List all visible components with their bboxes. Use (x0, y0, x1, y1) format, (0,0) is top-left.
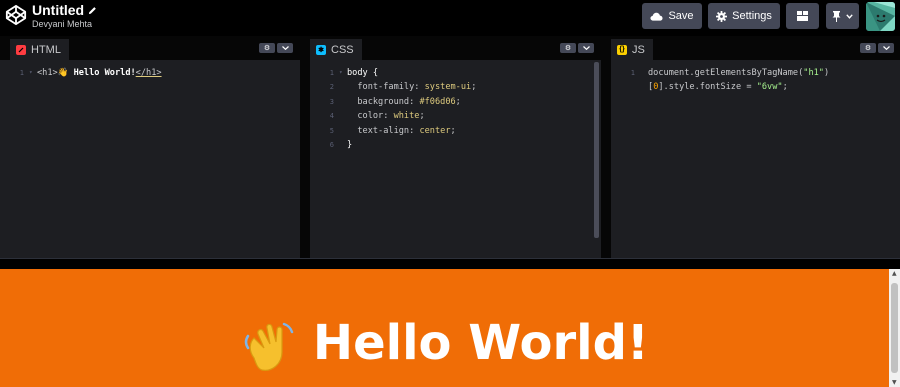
pin-icon (832, 10, 841, 22)
author-name[interactable]: Devyani Mehta (32, 19, 97, 29)
code-line: 1 document. getElementsByTagName("h1") (611, 66, 900, 80)
css-file-icon: ✱ (316, 44, 326, 55)
code-line: 4 color: white; (310, 109, 601, 123)
line-number: 4 (329, 112, 334, 121)
fold-arrow-icon[interactable]: ▾ (29, 66, 37, 80)
settings-button-label: Settings (732, 10, 772, 22)
css-code-editor[interactable]: 1 ▾ body { 2 font-family: system-ui; 3 b… (310, 66, 601, 152)
scroll-down-arrow-icon[interactable]: ▼ (892, 379, 897, 386)
html-file-icon (16, 44, 26, 55)
js-collapse-chevron-icon[interactable] (878, 43, 894, 53)
editors-area: HTML ⚙ 1 ▾ <h1> 👋 Hello World! </h1> ✱ CSS (0, 36, 900, 258)
css-settings-gear-icon[interactable]: ⚙ (560, 43, 576, 53)
preview-heading-text: Hello World! (312, 315, 649, 371)
line-number: 3 (329, 97, 334, 106)
js-code-editor[interactable]: 1 document. getElementsByTagName("h1") [0… (611, 66, 900, 95)
user-avatar[interactable] (866, 2, 895, 31)
code-line: 3 background: #f06d06; (310, 95, 601, 109)
html-editor-panel: HTML ⚙ 1 ▾ <h1> 👋 Hello World! </h1> (0, 36, 300, 258)
pen-title[interactable]: Untitled (32, 2, 84, 18)
cloud-icon (650, 12, 663, 21)
pin-menu-button[interactable] (826, 3, 859, 29)
html-settings-gear-icon[interactable]: ⚙ (259, 43, 275, 53)
preview-scrollbar[interactable]: ▲ ▼ (889, 269, 900, 387)
line-number: 1 (630, 69, 635, 77)
settings-button[interactable]: Settings (708, 3, 780, 29)
js-tab-label: JS (632, 43, 645, 56)
js-editor-panel: {} JS ⚙ 1 document. getElementsByTagName(… (611, 36, 900, 258)
js-panel-header: {} JS ⚙ (611, 36, 900, 60)
code-line: 2 font-family: system-ui; (310, 80, 601, 94)
edit-title-pencil-icon[interactable] (88, 6, 97, 15)
pen-title-block: Untitled Devyani Mehta (32, 2, 97, 29)
header: Untitled Devyani Mehta Save Settings (0, 0, 900, 36)
fold-arrow-icon[interactable]: ▾ (339, 66, 347, 80)
line-number: 5 (329, 126, 334, 135)
html-collapse-chevron-icon[interactable] (277, 43, 293, 53)
html-panel-header: HTML ⚙ (0, 36, 300, 60)
css-tab-label: CSS (331, 43, 354, 56)
html-tab[interactable]: HTML (10, 39, 69, 60)
code-line: 1 ▾ <h1> 👋 Hello World! </h1> (0, 66, 300, 80)
panel-resizer[interactable] (601, 36, 611, 258)
change-view-button[interactable] (786, 3, 819, 29)
gear-icon (716, 10, 728, 22)
code-line: 6 } (310, 138, 601, 152)
code-line: 5 text-align: center; (310, 124, 601, 138)
js-tab[interactable]: {} JS (611, 39, 653, 60)
preview-heading: Hello World! (0, 313, 889, 374)
js-settings-gear-icon[interactable]: ⚙ (860, 43, 876, 53)
line-number: 1 (329, 69, 334, 77)
code-line: [0].style.fontSize = "6vw"; (648, 82, 788, 93)
preview-resizer-bar[interactable] (0, 258, 900, 269)
code-line: 1 ▾ body { (310, 66, 601, 80)
scroll-up-arrow-icon[interactable]: ▲ (892, 270, 897, 277)
panel-resizer[interactable] (300, 36, 310, 258)
html-tab-label: HTML (31, 43, 61, 56)
result-preview: Hello World! (0, 269, 889, 387)
html-code-editor[interactable]: 1 ▾ <h1> 👋 Hello World! </h1> (0, 66, 300, 80)
css-editor-panel: ✱ CSS ⚙ 1 ▾ body { 2 font-family: system… (310, 36, 601, 258)
css-tab[interactable]: ✱ CSS (310, 39, 362, 60)
save-button[interactable]: Save (642, 3, 702, 29)
waving-hand-icon (244, 322, 294, 371)
save-button-label: Save (668, 10, 694, 22)
line-number: 1 (19, 69, 24, 77)
chevron-down-icon (846, 13, 853, 19)
js-file-icon: {} (617, 44, 627, 55)
layout-icon (797, 11, 808, 21)
css-editor-scrollbar[interactable] (594, 62, 599, 238)
css-collapse-chevron-icon[interactable] (578, 43, 594, 53)
preview-scrollbar-thumb[interactable] (891, 283, 898, 373)
codepen-logo-icon[interactable] (5, 4, 27, 26)
line-number: 6 (329, 140, 334, 149)
line-number: 2 (329, 83, 334, 92)
css-panel-header: ✱ CSS ⚙ (310, 36, 601, 60)
